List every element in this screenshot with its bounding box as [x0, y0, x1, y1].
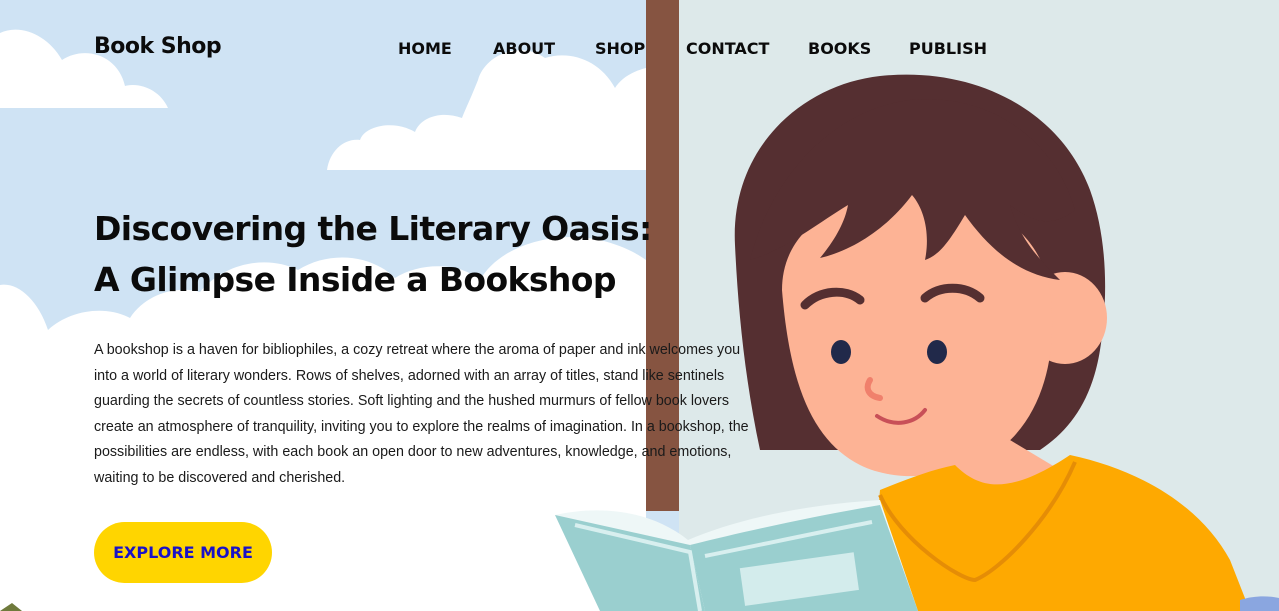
nav-books[interactable]: BOOKS: [808, 39, 871, 58]
hero-section: Book Shop HOME ABOUT SHOP CONTACT BOOKS …: [0, 0, 1279, 611]
nav-contact[interactable]: CONTACT: [686, 39, 769, 58]
nav-publish[interactable]: PUBLISH: [909, 39, 987, 58]
background-illustration: [0, 0, 1279, 611]
site-logo[interactable]: Book Shop: [94, 34, 222, 59]
clouds: [0, 29, 646, 611]
explore-more-button[interactable]: EXPLORE MORE: [94, 522, 272, 583]
nav-about[interactable]: ABOUT: [493, 39, 555, 58]
hero-paragraph: A bookshop is a haven for bibliophiles, …: [94, 342, 749, 486]
nav-shop[interactable]: SHOP: [595, 39, 645, 58]
nav-home[interactable]: HOME: [398, 39, 452, 58]
hero-headline: Discovering the Literary Oasis: A Glimps…: [94, 209, 652, 299]
